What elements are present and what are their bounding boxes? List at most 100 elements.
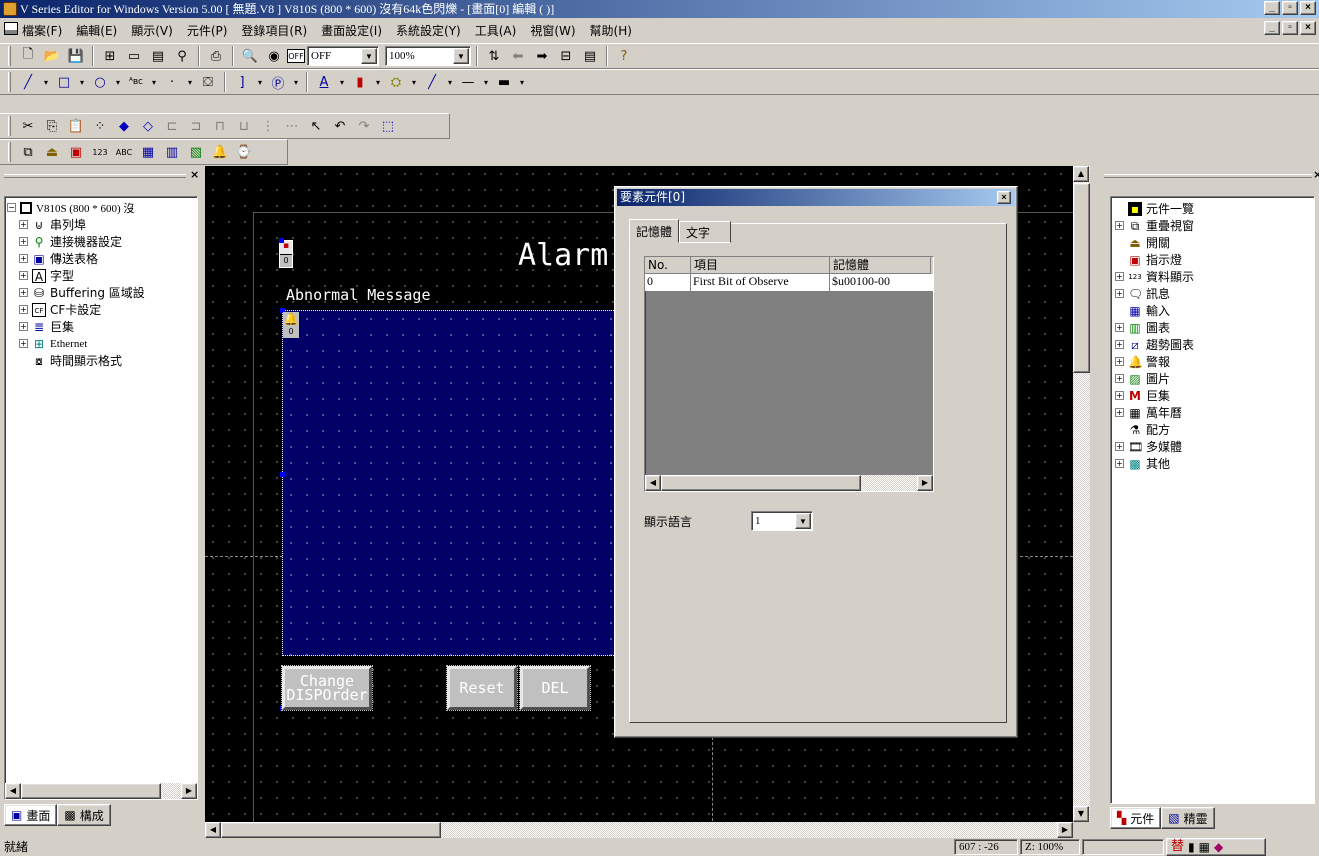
chevron-down-icon[interactable]: ▾ — [373, 71, 383, 93]
select-icon[interactable]: ⬚ — [377, 115, 399, 137]
close-icon[interactable]: × — [190, 168, 199, 181]
tree-item-serial-port[interactable]: + ⊍ 串列埠 — [19, 216, 197, 233]
chevron-down-icon[interactable]: ▾ — [185, 71, 195, 93]
zoom-select[interactable]: 100% ▼ — [385, 46, 471, 66]
menu-help[interactable]: 幫助(H) — [590, 22, 632, 39]
menu-screen-settings[interactable]: 畫面設定(I) — [321, 22, 382, 39]
tree-item-macro[interactable]: + ≣ 巨集 — [19, 318, 197, 335]
fill-color-icon[interactable]: ⛭ — [385, 71, 407, 93]
grid-hscrollbar[interactable]: ◀ ▶ — [645, 475, 933, 491]
change-disporder-button[interactable]: Change DISPOrder — [281, 665, 373, 711]
open-folder-icon[interactable]: 📂 — [41, 45, 63, 67]
bracket-tool-icon[interactable]: ] — [231, 71, 253, 93]
chevron-down-icon[interactable]: ▾ — [41, 71, 51, 93]
tab-text[interactable]: 文字 — [679, 221, 732, 243]
numeric-display-icon[interactable]: 123 — [89, 141, 111, 163]
tree-item-switch[interactable]: ⏏ 開關 — [1115, 234, 1314, 251]
line-width-icon[interactable]: — — [457, 71, 479, 93]
ime-mode-icon[interactable]: 替 — [1171, 838, 1184, 856]
font-color-icon[interactable]: A — [313, 71, 335, 93]
collapse-icon[interactable]: − — [7, 203, 16, 212]
tree-item-data-display[interactable]: +123 資料顯示 — [1115, 268, 1314, 285]
tree-item-time-format[interactable]: ⧇ 時間顯示格式 — [19, 352, 197, 369]
transfer-icon[interactable]: ⊞ — [99, 45, 121, 67]
tree-item-picture[interactable]: + ▨ 圖片 — [1115, 370, 1314, 387]
tree-item-buffering[interactable]: + ⛁ Buffering 區域設 — [19, 284, 197, 301]
align-top-icon[interactable]: ⊓ — [209, 115, 231, 137]
parts-tree[interactable]: ▪ 元件一覽 + ⧉ 重疊視窗 ⏏ 開關 ▣ 指示燈 +123 資料顯示 + 🗨 訊息 ▦ 輸入 … — [1110, 196, 1315, 804]
scroll-right-button[interactable]: ▶ — [1057, 822, 1073, 838]
tree-item-transfer-table[interactable]: + ▣ 傳送表格 — [19, 250, 197, 267]
scroll-thumb[interactable] — [1073, 183, 1090, 373]
menu-system-settings[interactable]: 系統設定(Y) — [396, 22, 461, 39]
display-language-select[interactable]: 1 ▼ — [751, 511, 813, 531]
expand-icon[interactable]: + — [1115, 323, 1124, 332]
expand-icon[interactable]: + — [19, 271, 28, 280]
scroll-thumb[interactable] — [221, 822, 441, 838]
switch-icon[interactable]: ⏏ — [41, 141, 63, 163]
arrow-left-icon[interactable]: ⬅ — [507, 45, 529, 67]
chevron-down-icon[interactable]: ▾ — [337, 71, 347, 93]
tree-item-ethernet[interactable]: + ⊞ Ethernet — [19, 335, 197, 352]
calendar-icon[interactable]: ⌚ — [233, 141, 255, 163]
dialog-title-bar[interactable]: 要素元件[0] — [617, 189, 1015, 206]
multi-copy-icon[interactable]: ⁘ — [89, 115, 111, 137]
off-select[interactable]: OFF ▼ — [307, 46, 379, 66]
tree-item-chart[interactable]: + ▥ 圖表 — [1115, 319, 1314, 336]
chevron-down-icon[interactable]: ▼ — [453, 48, 469, 64]
tile-pattern-icon[interactable]: ▬ — [493, 71, 515, 93]
text-tool-icon[interactable]: ᴬʙᴄ — [125, 71, 147, 93]
line-tool-icon[interactable]: ╱ — [17, 71, 39, 93]
menu-window[interactable]: 視窗(W) — [530, 22, 575, 39]
column-header-no[interactable]: No. — [645, 257, 691, 274]
scroll-left-button[interactable]: ◀ — [5, 783, 21, 799]
selection-handle[interactable] — [279, 238, 284, 243]
line-style-icon[interactable]: ╱ — [421, 71, 443, 93]
menu-registration[interactable]: 登錄項目(R) — [241, 22, 307, 39]
align-right-icon[interactable]: ⊐ — [185, 115, 207, 137]
expand-icon[interactable]: + — [1115, 442, 1124, 451]
expand-icon[interactable]: + — [1115, 408, 1124, 417]
undo-icon[interactable]: ↶ — [329, 115, 351, 137]
expand-icon[interactable]: + — [19, 237, 28, 246]
redo-icon[interactable]: ↷ — [353, 115, 375, 137]
distribute-v-icon[interactable]: ⋯ — [281, 115, 303, 137]
tree-item-cf-card[interactable]: + CF CF卡設定 — [19, 301, 197, 318]
expand-icon[interactable]: + — [1115, 221, 1124, 230]
expand-icon[interactable]: + — [1115, 272, 1124, 281]
save-icon[interactable]: 💾 — [65, 45, 87, 67]
paste-icon[interactable]: 📋 — [65, 115, 87, 137]
char-display-icon[interactable]: ABC — [113, 141, 135, 163]
expand-icon[interactable]: + — [1115, 357, 1124, 366]
canvas-hscrollbar[interactable]: ◀ ▶ — [205, 822, 1073, 838]
tree-hscrollbar[interactable]: ◀ ▶ — [5, 783, 197, 799]
mdi-minimize-button[interactable]: _ — [1264, 21, 1280, 35]
bring-front-icon[interactable]: ◆ — [113, 115, 135, 137]
chevron-down-icon[interactable]: ▾ — [255, 71, 265, 93]
paint-tool-icon[interactable]: ⛋ — [197, 71, 219, 93]
chevron-down-icon[interactable]: ▾ — [517, 71, 527, 93]
menu-view[interactable]: 顯示(V) — [131, 22, 173, 39]
expand-icon[interactable]: + — [19, 339, 28, 348]
scroll-thumb[interactable] — [21, 783, 161, 799]
tree-item-input[interactable]: ▦ 輸入 — [1115, 302, 1314, 319]
ime-keyboard-icon[interactable]: ▦ — [1199, 838, 1210, 856]
grid-icon[interactable]: ⊟ — [555, 45, 577, 67]
menu-tools[interactable]: 工具(A) — [475, 22, 517, 39]
view-icon[interactable]: ◉ — [263, 45, 285, 67]
distribute-h-icon[interactable]: ⋮ — [257, 115, 279, 137]
entry-icon[interactable]: ▦ — [137, 141, 159, 163]
ime-dictionary-icon[interactable]: ◆ — [1214, 838, 1223, 856]
lamp-icon[interactable]: ▣ — [65, 141, 87, 163]
expand-icon[interactable]: + — [19, 305, 28, 314]
cut-icon[interactable]: ✂ — [17, 115, 39, 137]
panel-grip[interactable] — [4, 174, 186, 178]
align-left-icon[interactable]: ⊏ — [161, 115, 183, 137]
send-back-icon[interactable]: ◇ — [137, 115, 159, 137]
simulator-icon[interactable]: ▭ — [123, 45, 145, 67]
scroll-right-button[interactable]: ▶ — [917, 475, 933, 491]
tab-config[interactable]: ▩ 構成 — [57, 804, 111, 826]
bidirectional-arrow-icon[interactable]: ⇅ — [483, 45, 505, 67]
menu-parts[interactable]: 元件(P) — [187, 22, 228, 39]
scroll-up-button[interactable]: ▲ — [1073, 166, 1089, 182]
